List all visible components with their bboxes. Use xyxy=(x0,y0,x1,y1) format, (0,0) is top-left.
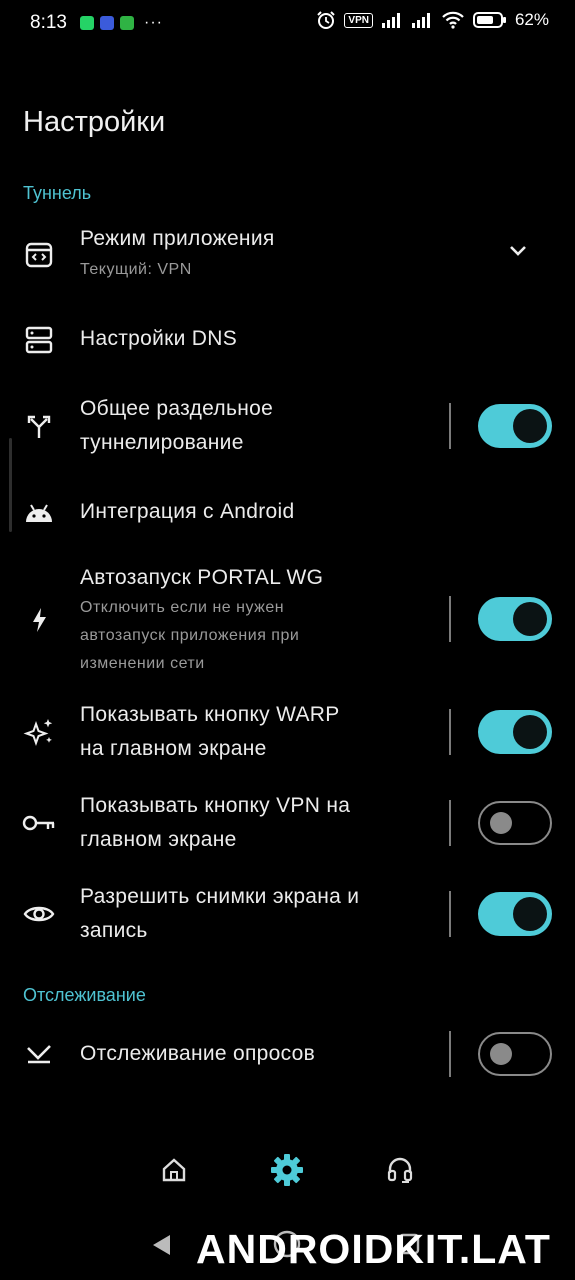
setting-app-mode[interactable]: Режим приложения Текущий: VPN xyxy=(0,222,575,290)
divider xyxy=(449,891,451,937)
toggle-knob xyxy=(490,1043,512,1065)
split-tunnel-title-line1: Общее раздельное xyxy=(80,397,274,420)
setting-warp-button[interactable]: Показывать кнопку WARP на главном экране xyxy=(0,698,575,766)
autostart-toggle[interactable] xyxy=(478,597,552,641)
notification-icons: ··· xyxy=(80,14,163,32)
setting-autostart[interactable]: Автозапуск PORTAL WG Отключить если не н… xyxy=(0,561,575,679)
back-icon[interactable] xyxy=(150,1233,172,1257)
divider xyxy=(449,800,451,846)
status-bar: 8:13 ··· VPN 62% xyxy=(0,0,575,48)
screenshots-toggle[interactable] xyxy=(478,892,552,936)
toggle-knob xyxy=(490,812,512,834)
screenshots-title-line1: Разрешить снимки экрана и xyxy=(80,885,360,908)
toggle-knob xyxy=(513,409,547,443)
bottom-navigation xyxy=(0,1140,575,1200)
setting-screenshots[interactable]: Разрешить снимки экрана и запись xyxy=(0,880,575,948)
section-header-tracking: Отслеживание xyxy=(23,985,146,1005)
wifi-icon xyxy=(442,11,464,29)
android-icon xyxy=(22,496,56,530)
scroll-indicator[interactable] xyxy=(9,438,12,532)
bolt-icon xyxy=(22,603,56,637)
toggle-knob xyxy=(513,897,547,931)
nav-home-button[interactable] xyxy=(154,1150,194,1190)
setting-android-integration[interactable]: Интеграция с Android xyxy=(0,495,575,531)
battery-percent: 62% xyxy=(514,10,549,29)
battery-icon xyxy=(472,12,506,28)
split-tunnel-toggle[interactable] xyxy=(478,404,552,448)
setting-vpn-button[interactable]: Показывать кнопку VPN на главном экране xyxy=(0,789,575,857)
signal-icon xyxy=(411,13,430,28)
android-integration-title: Интеграция с Android xyxy=(80,500,295,523)
polls-tracking-title: Отслеживание опросов xyxy=(80,1042,316,1065)
page-title: Настройки xyxy=(23,106,166,138)
more-notifications-icon: ··· xyxy=(144,14,163,31)
vpn-button-toggle[interactable] xyxy=(478,801,552,845)
alarm-icon xyxy=(317,11,336,29)
gear-icon xyxy=(271,1154,303,1186)
nav-settings-button[interactable] xyxy=(267,1150,307,1190)
dns-title: Настройки DNS xyxy=(80,327,238,350)
autostart-title: Автозапуск PORTAL WG xyxy=(80,566,324,589)
toggle-knob xyxy=(513,602,547,636)
status-time: 8:13 xyxy=(30,12,67,33)
app-window-icon xyxy=(22,238,56,272)
system-icons: VPN 62% xyxy=(316,10,549,30)
section-header-tunnel: Туннель xyxy=(23,183,92,203)
setting-polls-tracking[interactable]: Отслеживание опросов xyxy=(0,1031,575,1077)
key-icon xyxy=(22,806,56,840)
divider xyxy=(449,596,451,642)
split-arrow-icon xyxy=(22,409,56,443)
vpn-badge: VPN xyxy=(344,12,373,28)
warp-button-title-line1: Показывать кнопку WARP xyxy=(80,703,340,726)
poll-tracking-icon xyxy=(22,1037,56,1071)
vpn-button-title-line1: Показывать кнопку VPN на xyxy=(80,794,351,817)
vpn-button-title-line2: главном экране xyxy=(80,828,237,851)
home-icon xyxy=(162,1158,186,1182)
whatsapp-icon xyxy=(80,16,94,30)
app-notification-icon xyxy=(120,16,134,30)
screenshots-title-line2: запись xyxy=(80,919,148,942)
headset-icon xyxy=(387,1157,413,1183)
app-mode-title: Режим приложения xyxy=(80,227,275,250)
eye-icon xyxy=(22,897,56,931)
autostart-subtitle-line2: автозапуск приложения при xyxy=(80,627,300,644)
setting-dns[interactable]: Настройки DNS xyxy=(0,322,575,358)
setting-split-tunnel[interactable]: Общее раздельное туннелирование xyxy=(0,392,575,460)
warp-button-toggle[interactable] xyxy=(478,710,552,754)
toggle-knob xyxy=(513,715,547,749)
divider xyxy=(449,1031,451,1077)
chevron-down-icon[interactable] xyxy=(508,244,528,258)
autostart-subtitle-line3: изменении сети xyxy=(80,655,205,672)
watermark: ANDROIDKIT.LAT xyxy=(196,1226,551,1272)
app-mode-subtitle: Текущий: VPN xyxy=(80,261,192,278)
polls-tracking-toggle[interactable] xyxy=(478,1032,552,1076)
divider xyxy=(449,709,451,755)
divider xyxy=(449,403,451,449)
nav-support-button[interactable] xyxy=(380,1150,420,1190)
dns-server-icon xyxy=(22,323,56,357)
warp-button-title-line2: на главном экране xyxy=(80,737,267,760)
sparkles-icon xyxy=(22,715,56,749)
split-tunnel-title-line2: туннелирование xyxy=(80,431,244,454)
autostart-subtitle-line1: Отключить если не нужен xyxy=(80,599,285,616)
signal-icon xyxy=(381,13,400,28)
app-notification-icon xyxy=(100,16,114,30)
